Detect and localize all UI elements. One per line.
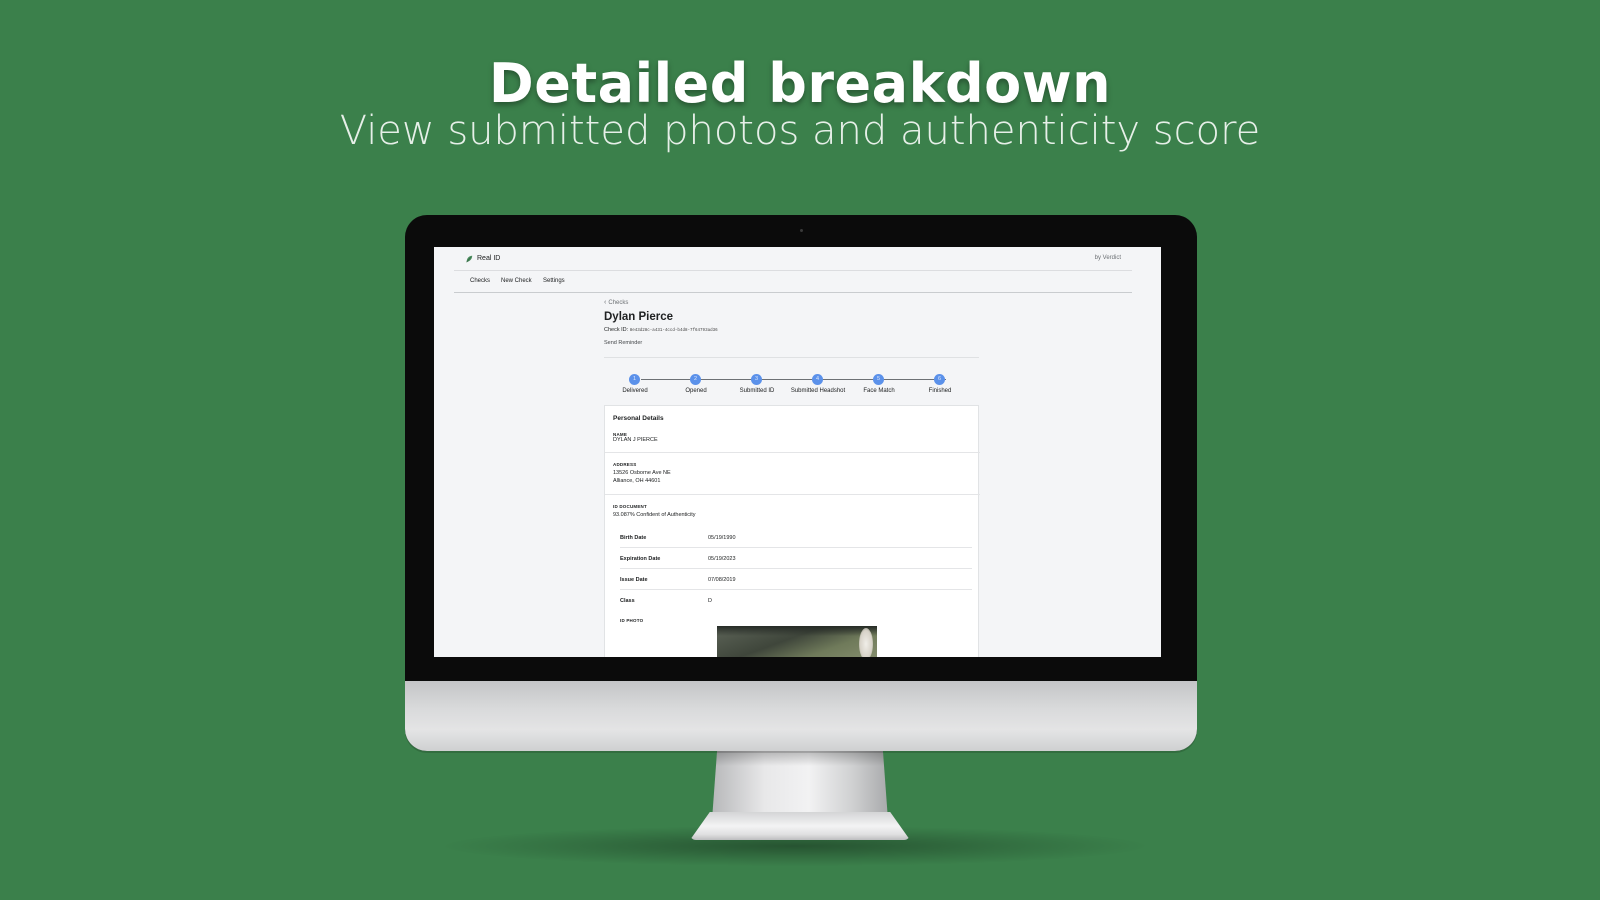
section-divider bbox=[605, 452, 980, 453]
nav-new-check[interactable]: New Check bbox=[501, 278, 532, 284]
row-divider bbox=[620, 547, 972, 548]
expiration-date-label: Expiration Date bbox=[620, 556, 661, 562]
app-screen: Real ID by Verdict Checks New Check Sett… bbox=[434, 247, 1161, 657]
personal-details-card: Personal Details NAME DYLAN J PIERCE ADD… bbox=[604, 405, 980, 657]
divider bbox=[604, 357, 979, 358]
address-line-1: 13526 Osborne Ave NE bbox=[613, 470, 671, 476]
address-caption: ADDRESS bbox=[613, 462, 637, 467]
name-value: DYLAN J PIERCE bbox=[613, 437, 658, 443]
birth-date-value: 05/19/1990 bbox=[708, 535, 736, 541]
by-verdict-label: by Verdict bbox=[1094, 255, 1121, 261]
chevron-left-icon: ‹ bbox=[604, 299, 607, 306]
progress-stepper: 1 2 3 4 5 6 Delivered Opened Submitted I… bbox=[604, 374, 979, 404]
step-6-dot: 6 bbox=[934, 374, 945, 385]
leaf-logo-icon bbox=[466, 255, 473, 263]
breadcrumb-checks[interactable]: ‹ Checks bbox=[604, 299, 628, 306]
step-5-dot: 5 bbox=[873, 374, 884, 385]
check-id-label: Check ID: bbox=[604, 327, 629, 333]
issue-date-label: Issue Date bbox=[620, 577, 648, 583]
step-6-label: Finished bbox=[928, 388, 952, 394]
page-title: Dylan Pierce bbox=[604, 311, 674, 323]
headline: Detailed breakdown bbox=[488, 52, 1112, 115]
nav-settings[interactable]: Settings bbox=[543, 278, 565, 284]
monitor-stand bbox=[712, 748, 888, 820]
step-2-dot: 2 bbox=[690, 374, 701, 385]
birth-date-label: Birth Date bbox=[620, 535, 647, 541]
id-photo-highlight bbox=[859, 628, 873, 657]
card-title: Personal Details bbox=[613, 415, 664, 422]
app-topbar: Real ID by Verdict bbox=[454, 247, 1132, 271]
id-photo[interactable] bbox=[717, 626, 877, 657]
id-document-caption: ID DOCUMENT bbox=[613, 504, 647, 509]
monitor-stand-base bbox=[690, 812, 910, 840]
check-id: Check ID: 8e43d28c-a431-4ccd-b4d8-7f6479… bbox=[604, 327, 718, 333]
authenticity-score: 93.087% Confident of Authenticity bbox=[613, 512, 696, 518]
nav-checks[interactable]: Checks bbox=[470, 278, 490, 284]
issue-date-value: 07/08/2019 bbox=[708, 577, 736, 583]
expiration-date-value: 05/19/2023 bbox=[708, 556, 736, 562]
check-id-value: 8e43d28c-a431-4ccd-b4d8-7f64793ad36 bbox=[629, 329, 718, 333]
step-1-dot: 1 bbox=[629, 374, 640, 385]
row-divider bbox=[620, 568, 972, 569]
address-line-2: Alliance, OH 44601 bbox=[613, 478, 661, 484]
subheadline: View submitted photos and authenticity s… bbox=[339, 108, 1261, 154]
monitor: Real ID by Verdict Checks New Check Sett… bbox=[405, 215, 1197, 751]
breadcrumb-label: Checks bbox=[608, 300, 629, 306]
id-photo-shade bbox=[717, 626, 877, 636]
class-value: D bbox=[708, 598, 712, 604]
send-reminder-button[interactable]: Send Reminder bbox=[604, 340, 642, 346]
step-4-dot: 4 bbox=[812, 374, 823, 385]
monitor-chin bbox=[405, 681, 1197, 751]
step-3-dot: 3 bbox=[751, 374, 762, 385]
section-divider bbox=[605, 494, 980, 495]
camera-dot bbox=[800, 229, 803, 232]
id-photo-caption: ID PHOTO bbox=[620, 618, 644, 623]
class-label: Class bbox=[620, 598, 635, 604]
app-title: Real ID bbox=[477, 255, 501, 262]
row-divider bbox=[620, 589, 972, 590]
app-nav: Checks New Check Settings bbox=[454, 271, 1132, 293]
